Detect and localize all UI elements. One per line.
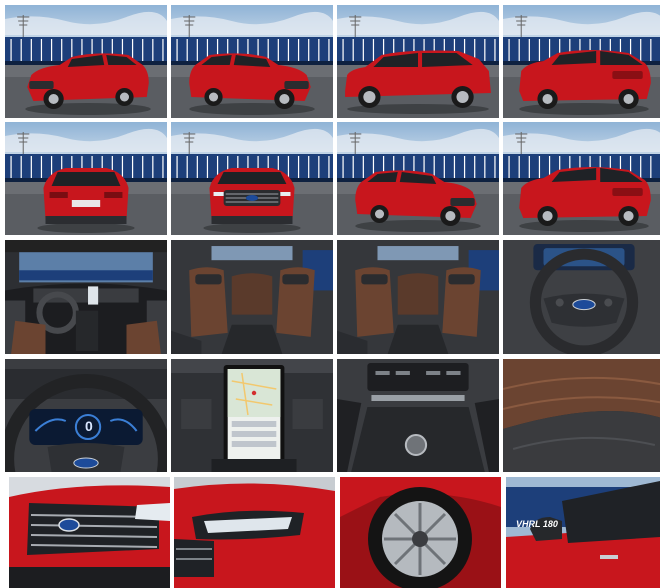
gallery-thumbnail-exterior-front-three-quarter-left[interactable] bbox=[5, 5, 167, 118]
vehicle-photo bbox=[5, 240, 167, 354]
gallery-thumbnail-interior-seat-detail[interactable] bbox=[503, 359, 660, 472]
vehicle-photo bbox=[340, 477, 501, 588]
vehicle-photo bbox=[5, 359, 167, 472]
cluster-speed-readout: 0 bbox=[85, 418, 93, 434]
vehicle-photo bbox=[503, 122, 660, 235]
vehicle-photo bbox=[9, 477, 170, 588]
vehicle-photo bbox=[171, 122, 333, 235]
gallery-thumbnail-interior-seats-rear-view[interactable] bbox=[171, 240, 333, 354]
gallery-thumbnail-detail-wheel[interactable] bbox=[340, 477, 501, 588]
gallery-thumbnail-exterior-front-three-quarter-low[interactable] bbox=[337, 122, 499, 235]
vehicle-photo bbox=[5, 5, 167, 118]
vehicle-photo bbox=[5, 122, 167, 235]
gallery-thumbnail-exterior-rear-three-quarter-right[interactable] bbox=[503, 122, 660, 235]
gallery-thumbnail-detail-side-mirror[interactable]: VHRL 180 bbox=[506, 477, 660, 588]
railcar-lettering: VHRL 180 bbox=[516, 519, 558, 529]
vehicle-photo bbox=[503, 5, 660, 118]
gallery-thumbnail-exterior-rear-three-quarter[interactable] bbox=[503, 5, 660, 118]
gallery-thumbnail-exterior-side-profile[interactable] bbox=[337, 5, 499, 118]
vehicle-photo bbox=[171, 359, 333, 472]
gallery-thumbnail-interior-center-console[interactable] bbox=[337, 359, 499, 472]
vehicle-photo bbox=[171, 5, 333, 118]
vehicle-photo bbox=[337, 359, 499, 472]
vehicle-photo bbox=[506, 477, 660, 588]
vehicle-photo bbox=[337, 5, 499, 118]
gallery-thumbnail-interior-touchscreen[interactable] bbox=[171, 359, 333, 472]
vehicle-photo bbox=[503, 359, 660, 472]
gallery-thumbnail-exterior-rear[interactable] bbox=[5, 122, 167, 235]
gallery-thumbnail-interior-dashboard[interactable] bbox=[5, 240, 167, 354]
gallery-thumbnail-detail-grille[interactable] bbox=[9, 477, 170, 588]
gallery-thumbnail-exterior-front-three-quarter-right[interactable] bbox=[171, 5, 333, 118]
gallery-thumbnail-interior-seats-side-view[interactable] bbox=[337, 240, 499, 354]
vehicle-photo bbox=[337, 122, 499, 235]
vehicle-photo bbox=[174, 477, 335, 588]
gallery-thumbnail-exterior-front[interactable] bbox=[171, 122, 333, 235]
vehicle-photo bbox=[503, 240, 660, 354]
gallery-thumbnail-detail-headlight[interactable] bbox=[174, 477, 335, 588]
gallery-thumbnail-interior-steering-wheel[interactable] bbox=[503, 240, 660, 354]
gallery-thumbnail-interior-instrument-cluster[interactable]: 0 bbox=[5, 359, 167, 472]
vehicle-photo bbox=[171, 240, 333, 354]
vehicle-photo bbox=[337, 240, 499, 354]
